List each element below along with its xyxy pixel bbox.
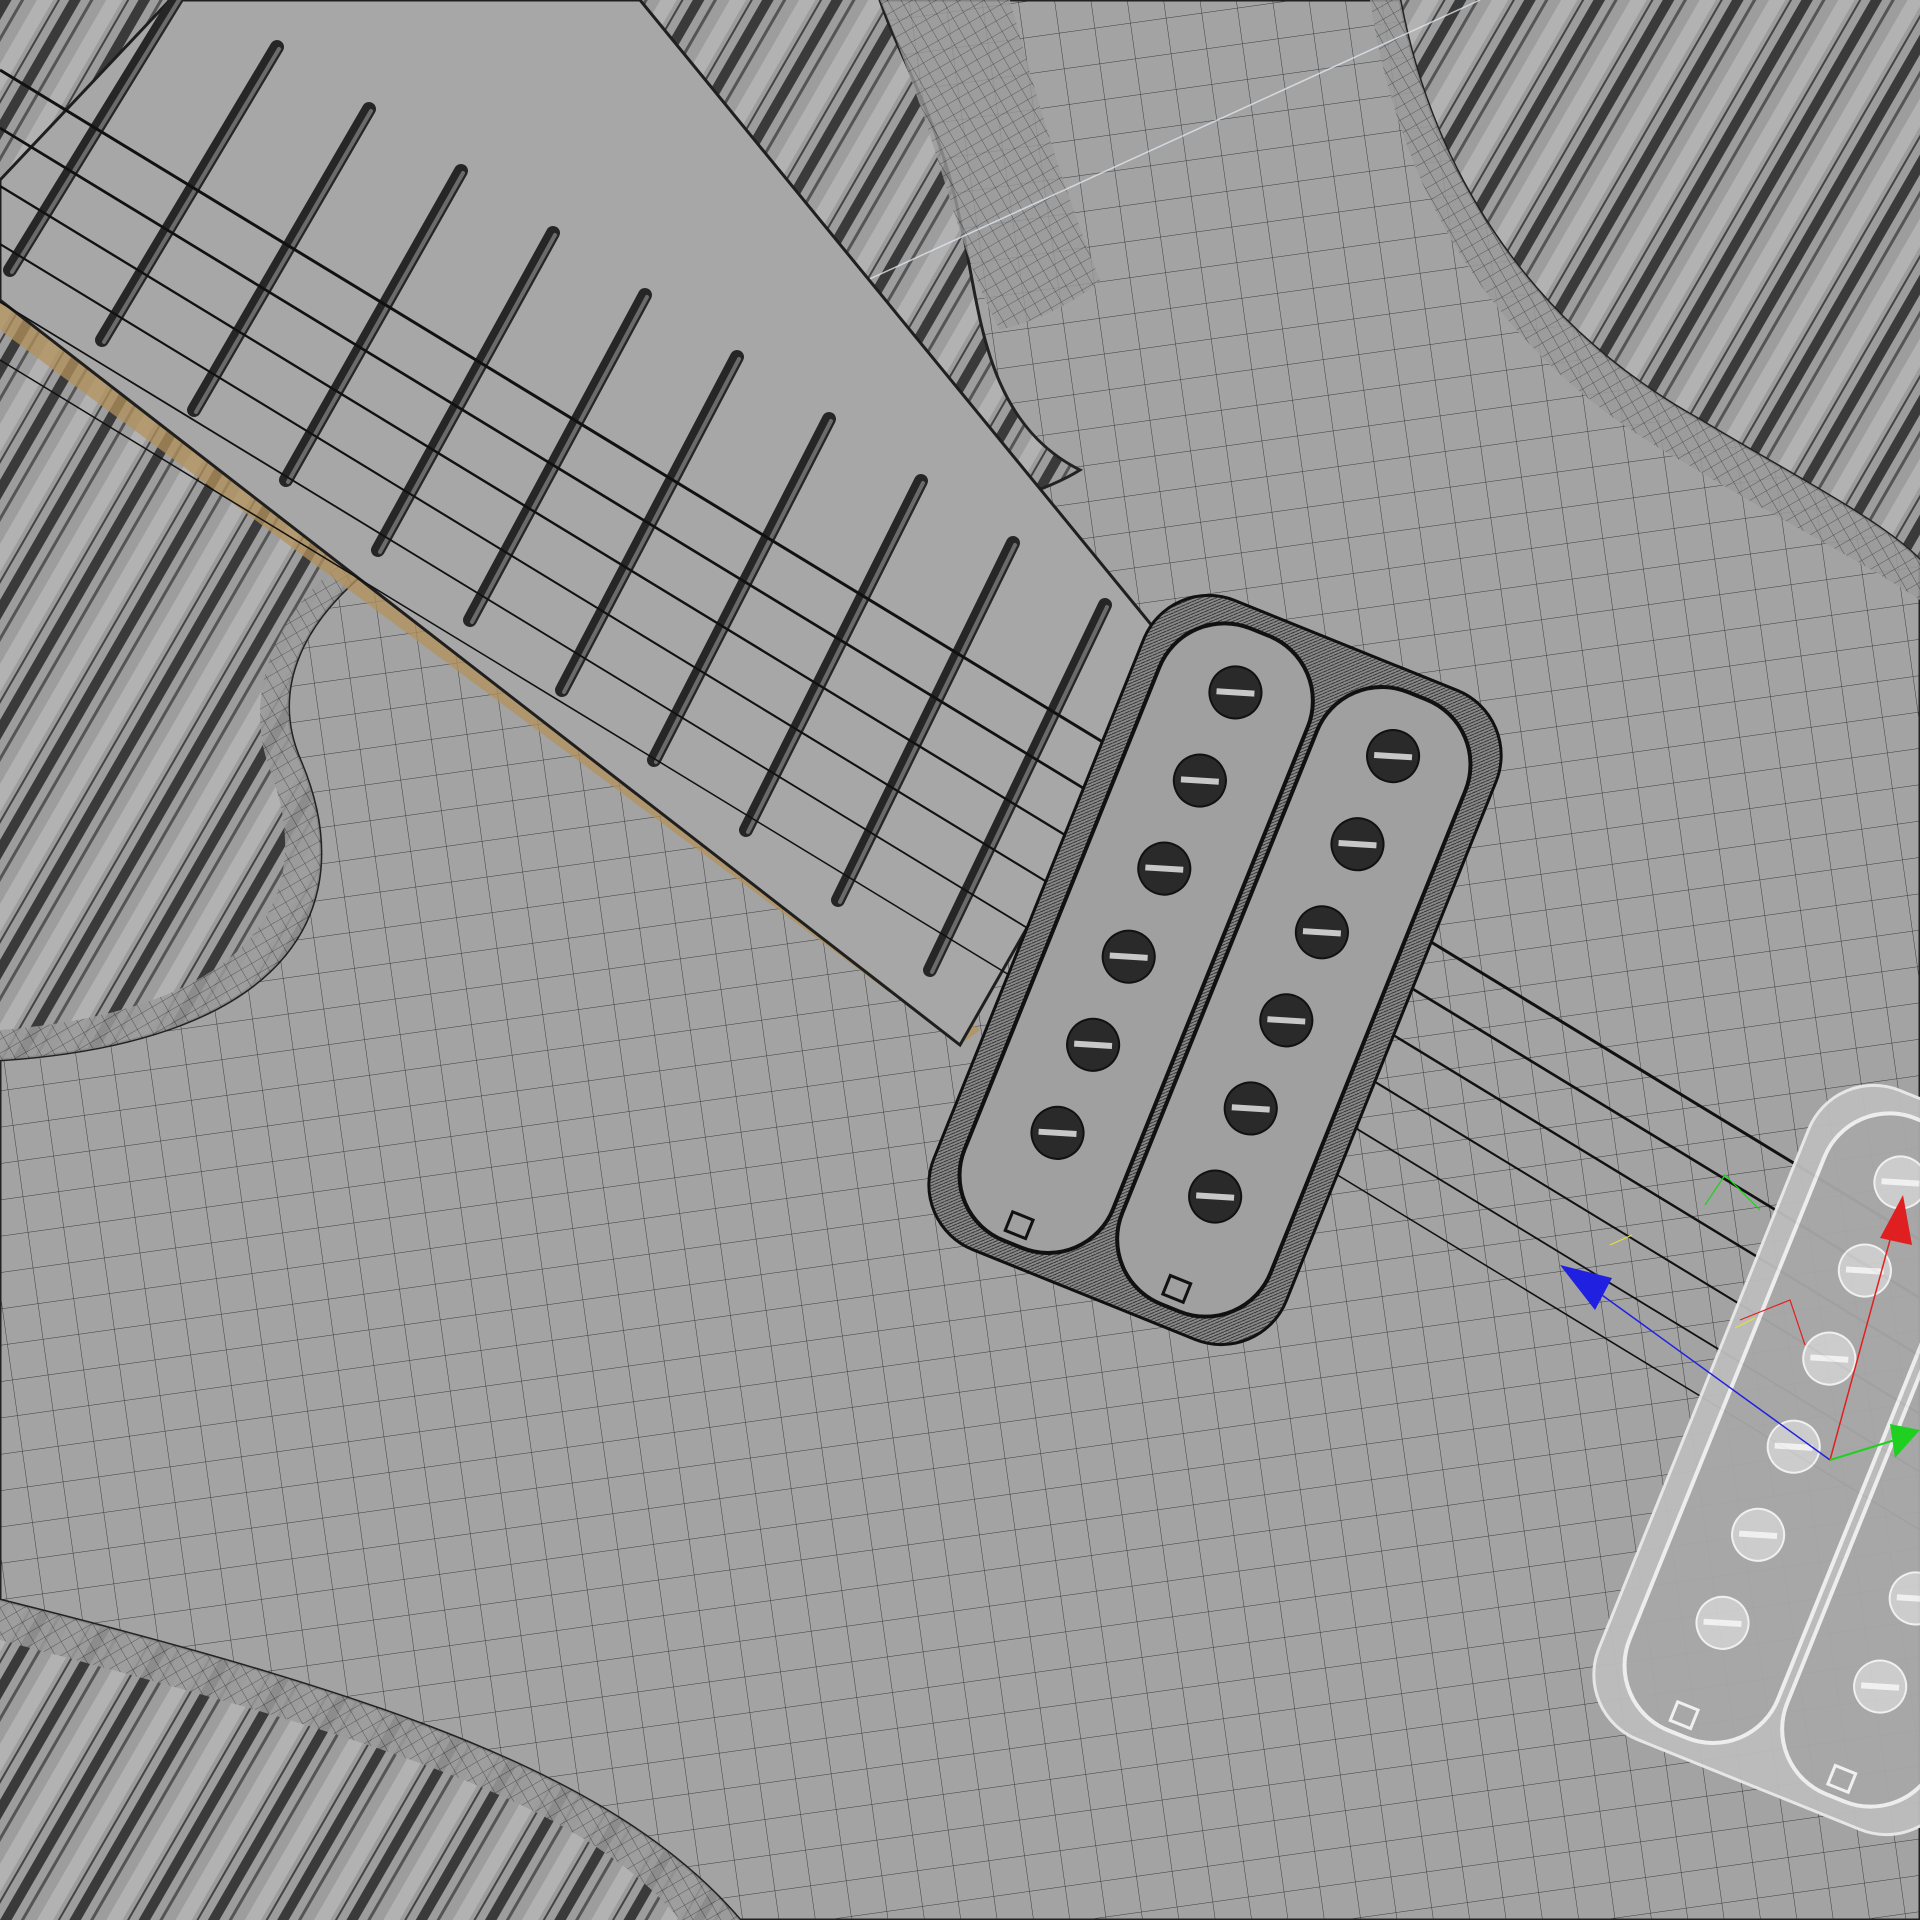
3d-viewport[interactable] bbox=[0, 0, 1920, 1920]
viewport-canvas[interactable] bbox=[0, 0, 1920, 1920]
